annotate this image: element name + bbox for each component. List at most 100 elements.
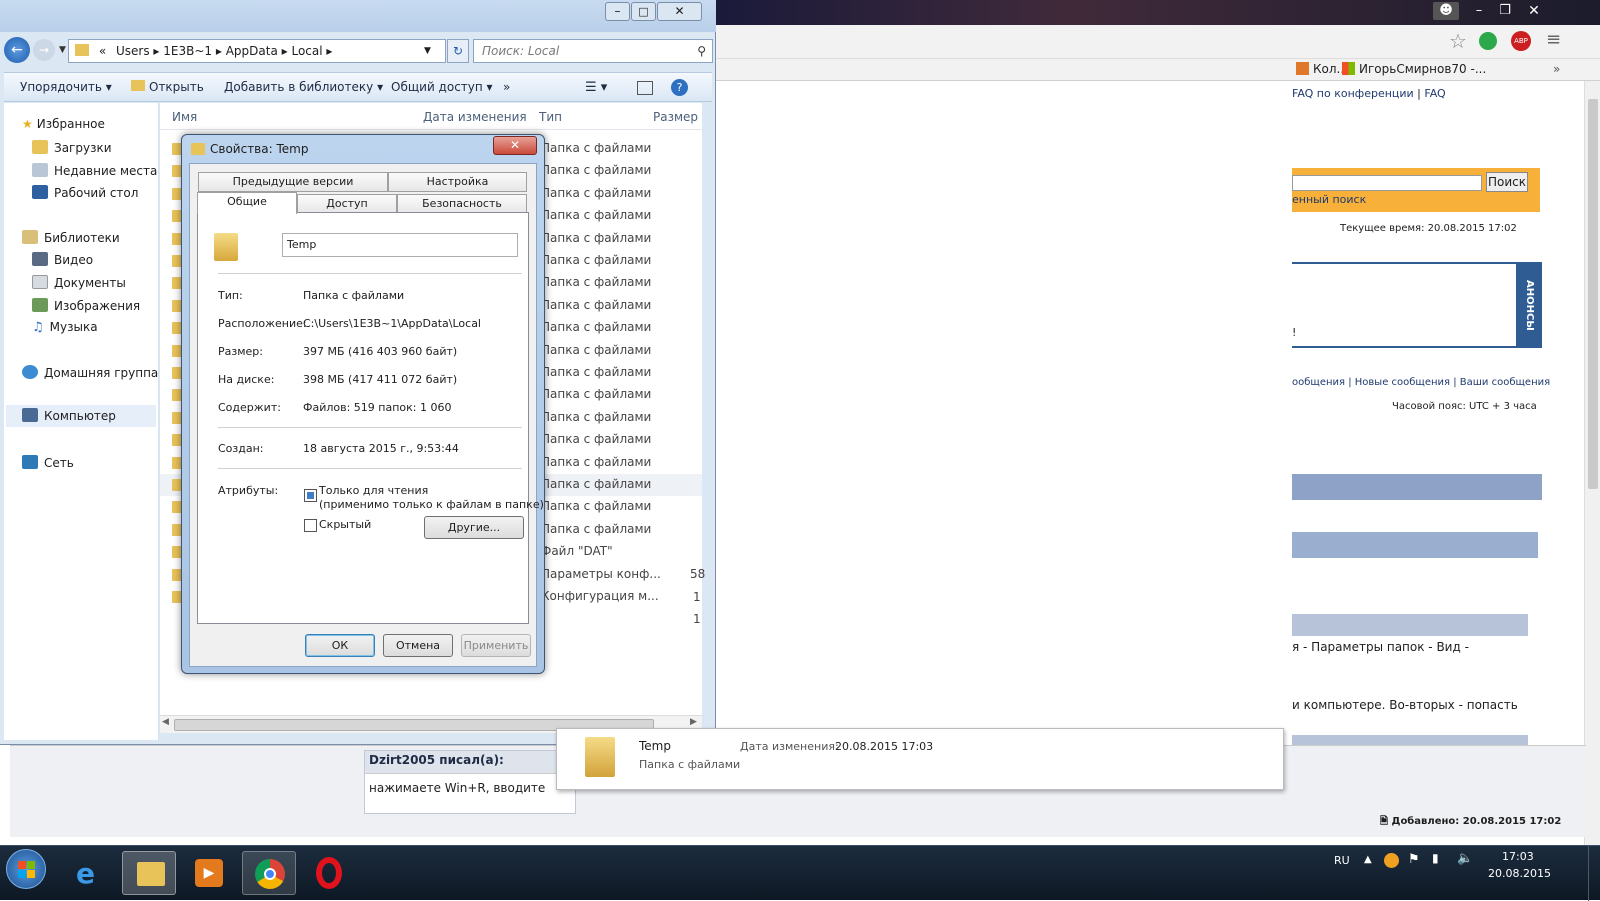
- explorer-titlebar: – □ ✕: [0, 0, 716, 32]
- preview-pane-icon[interactable]: [637, 81, 653, 95]
- open-button[interactable]: Открыть: [131, 80, 204, 94]
- faq-short-link[interactable]: FAQ: [1424, 87, 1445, 100]
- clock-date[interactable]: 20.08.2015: [1488, 867, 1551, 880]
- hidden-checkbox[interactable]: [304, 519, 317, 532]
- faq-link[interactable]: FAQ по конференции: [1292, 87, 1414, 100]
- forum-search-input[interactable]: [1292, 175, 1482, 191]
- opera-icon: [316, 857, 342, 889]
- column-type-header[interactable]: Тип: [539, 110, 562, 124]
- nav-computer[interactable]: Компьютер: [6, 405, 156, 427]
- bookmark-item[interactable]: Кол...: [1296, 62, 1348, 76]
- language-indicator[interactable]: RU: [1334, 854, 1350, 867]
- folder-name-input[interactable]: Temp: [282, 233, 518, 257]
- column-size-header[interactable]: Размер: [653, 110, 698, 124]
- nav-pictures[interactable]: Изображения: [32, 298, 140, 313]
- tab-general[interactable]: Общие: [197, 192, 297, 214]
- nav-music[interactable]: ♫ Музыка: [32, 320, 98, 335]
- share-button[interactable]: Общий доступ ▾: [391, 80, 493, 94]
- other-attributes-button[interactable]: Другие...: [424, 516, 524, 539]
- taskbar-media-player[interactable]: ▶: [182, 851, 236, 895]
- maximize-button[interactable]: ❐: [1492, 2, 1518, 20]
- explorer-minimize-button[interactable]: –: [605, 2, 630, 21]
- clock-time[interactable]: 17:03: [1502, 850, 1534, 863]
- network-signal-icon[interactable]: ▮: [1432, 851, 1439, 865]
- new-messages-link[interactable]: Новые сообщения: [1355, 377, 1450, 388]
- show-hidden-icons[interactable]: ▲: [1364, 854, 1372, 865]
- organize-button[interactable]: Упорядочить ▾: [20, 80, 112, 94]
- breadcrumb-overflow[interactable]: «: [99, 44, 106, 58]
- tray-flag-icon[interactable]: ⚑: [1408, 852, 1420, 867]
- minimize-button[interactable]: –: [1466, 2, 1492, 20]
- nav-documents[interactable]: Документы: [32, 275, 126, 290]
- nav-video[interactable]: Видео: [32, 252, 93, 267]
- history-dropdown-icon[interactable]: ▼: [59, 45, 66, 55]
- extension-green-icon[interactable]: [1479, 32, 1497, 50]
- start-button[interactable]: [6, 849, 46, 889]
- bookmarks-overflow[interactable]: »: [1553, 62, 1560, 76]
- view-options-icon[interactable]: ☰ ▾: [585, 80, 607, 95]
- cancel-button[interactable]: Отмена: [383, 634, 453, 657]
- adblock-icon[interactable]: ABP: [1511, 31, 1531, 51]
- tab-sharing[interactable]: Доступ: [297, 194, 397, 214]
- dialog-close-button[interactable]: ✕: [493, 136, 537, 155]
- ok-button[interactable]: ОК: [305, 634, 375, 657]
- taskbar-ie[interactable]: e: [62, 851, 116, 895]
- page-scrollbar[interactable]: [1584, 81, 1600, 859]
- nav-homegroup[interactable]: Домашняя группа: [22, 365, 158, 380]
- your-messages-link[interactable]: Ваши сообщения: [1460, 377, 1550, 388]
- taskbar-chrome[interactable]: [242, 851, 296, 895]
- nav-favorites[interactable]: ★ Избранное: [22, 117, 105, 131]
- nav-libraries[interactable]: Библиотеки: [22, 230, 120, 245]
- taskbar-opera[interactable]: [302, 851, 356, 895]
- share-label: Общий доступ: [391, 80, 483, 94]
- messages-link[interactable]: ообщения: [1292, 377, 1345, 388]
- more-commands-button[interactable]: »: [503, 80, 510, 94]
- separator: [218, 468, 522, 469]
- navigation-pane: ★ Избранное Загрузки Недавние места Рабоч…: [4, 103, 159, 740]
- show-desktop-button[interactable]: [1588, 846, 1600, 901]
- tab-customize[interactable]: Настройка: [388, 172, 527, 192]
- music-icon: ♫: [32, 320, 44, 335]
- bookmark-item[interactable]: ИгорьСмирнов70 -...: [1342, 62, 1486, 76]
- user-icon[interactable]: ☻: [1433, 2, 1459, 20]
- breadcrumb-user[interactable]: 1E3B~1: [163, 44, 212, 58]
- readonly-checkbox[interactable]: [304, 489, 317, 502]
- nav-desktop[interactable]: Рабочий стол: [32, 185, 138, 200]
- add-to-library-button[interactable]: Добавить в библиотеку ▾: [224, 80, 383, 94]
- nav-network[interactable]: Сеть: [22, 455, 74, 470]
- explorer-maximize-button[interactable]: □: [631, 2, 656, 21]
- advanced-search-link[interactable]: енный поиск: [1292, 193, 1366, 206]
- refresh-icon[interactable]: ↻: [447, 39, 469, 63]
- close-button[interactable]: ✕: [1521, 2, 1547, 20]
- nav-recent-places[interactable]: Недавние места: [32, 163, 157, 178]
- search-icon[interactable]: ⚲: [697, 40, 706, 62]
- breadcrumb-appdata[interactable]: AppData: [226, 44, 278, 58]
- star-icon[interactable]: ☆: [1449, 29, 1467, 53]
- announce-tab[interactable]: АНОНСЫ: [1516, 262, 1542, 348]
- file-size: 58: [690, 567, 706, 581]
- breadcrumb-local[interactable]: Local: [291, 44, 322, 58]
- scroll-left-icon[interactable]: ◀: [162, 717, 169, 727]
- back-arrow-icon[interactable]: ←: [4, 37, 30, 63]
- search-input[interactable]: Поиск: Local ⚲: [473, 39, 713, 63]
- tab-security[interactable]: Безопасность: [397, 194, 527, 214]
- volume-icon[interactable]: 🔈: [1457, 851, 1473, 866]
- tray-app-icon[interactable]: [1384, 853, 1399, 868]
- forward-arrow-icon[interactable]: →: [33, 39, 55, 61]
- breadcrumb-users[interactable]: Users: [116, 44, 150, 58]
- menu-icon[interactable]: ≡: [1546, 29, 1561, 50]
- nav-downloads[interactable]: Загрузки: [32, 140, 112, 155]
- explorer-close-button[interactable]: ✕: [657, 2, 702, 21]
- help-icon[interactable]: ?: [671, 79, 688, 96]
- taskbar-explorer[interactable]: [122, 851, 176, 895]
- address-dropdown-icon[interactable]: ▼: [424, 40, 431, 62]
- scroll-right-icon[interactable]: ▶: [690, 717, 697, 727]
- column-name-header[interactable]: Имя: [172, 110, 197, 124]
- apply-button[interactable]: Применить: [461, 634, 531, 657]
- column-date-header[interactable]: Дата изменения: [423, 110, 527, 124]
- scrollbar-thumb[interactable]: [1588, 99, 1598, 489]
- recent-places-icon: [32, 163, 48, 177]
- tab-previous-versions[interactable]: Предыдущие версии: [198, 172, 388, 192]
- address-bar[interactable]: « Users ▸ 1E3B~1 ▸ AppData ▸ Local ▸ ▼: [68, 39, 446, 63]
- forum-search-button[interactable]: Поиск: [1486, 172, 1528, 192]
